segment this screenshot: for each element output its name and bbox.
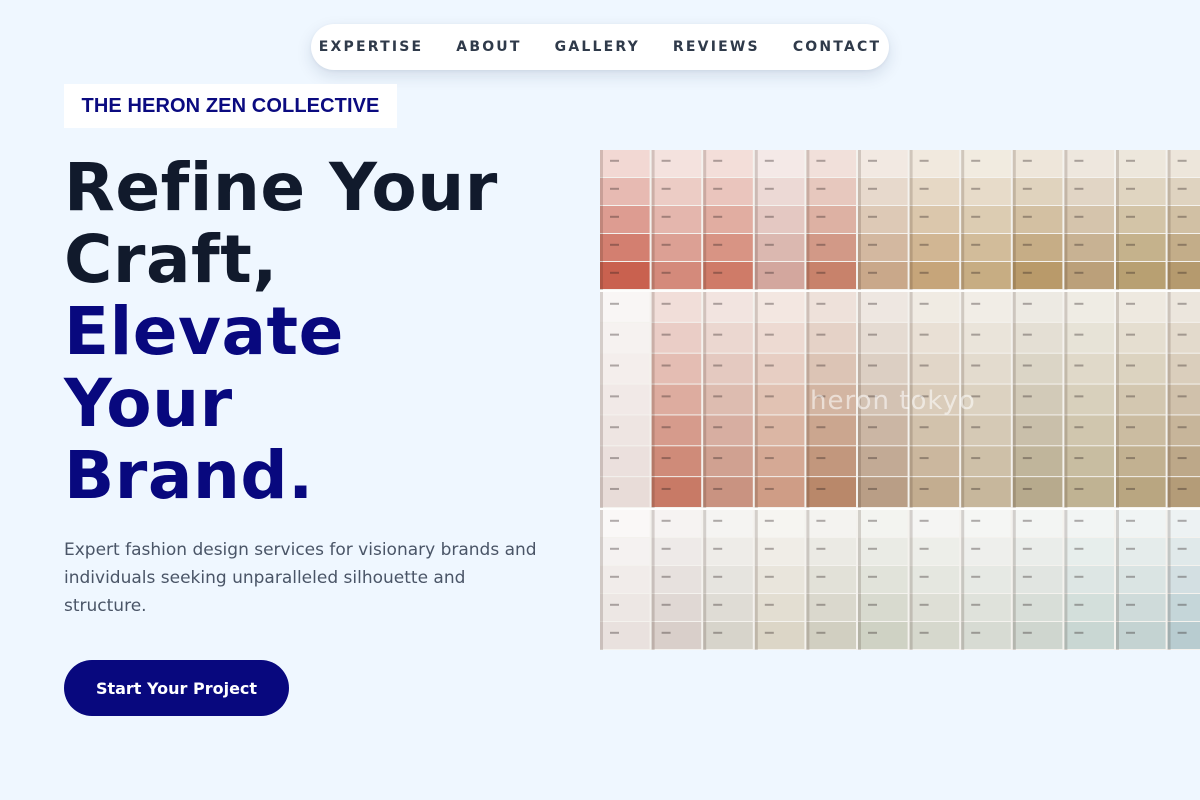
nav-about-link[interactable]: ABOUT: [456, 39, 521, 55]
headline-line-1: Refine Your: [64, 149, 498, 226]
headline-line-2: Craft,: [64, 221, 278, 298]
nav-gallery-link[interactable]: GALLERY: [555, 39, 640, 55]
image-watermark: heron tokyo: [810, 386, 976, 416]
top-nav: EXPERTISE ABOUT GALLERY REVIEWS CONTACT: [311, 24, 889, 70]
nav-contact-link[interactable]: CONTACT: [793, 39, 881, 55]
start-project-button[interactable]: Start Your Project: [64, 660, 289, 716]
nav-reviews-link[interactable]: REVIEWS: [673, 39, 760, 55]
hero-image: heron tokyo: [600, 150, 1200, 650]
headline-line-3: Elevate: [64, 293, 344, 370]
landing-page: EXPERTISE ABOUT GALLERY REVIEWS CONTACT …: [0, 0, 1200, 800]
hero-description: Expert fashion design services for visio…: [64, 540, 537, 616]
hero-headline: Refine Your Craft, Elevate Your Brand.: [64, 152, 584, 512]
headline-line-5: Brand.: [64, 437, 314, 514]
headline-line-4: Your: [64, 365, 233, 442]
brand-name[interactable]: THE HERON ZEN COLLECTIVE: [64, 84, 397, 128]
nav-expertise-link[interactable]: EXPERTISE: [319, 39, 424, 55]
